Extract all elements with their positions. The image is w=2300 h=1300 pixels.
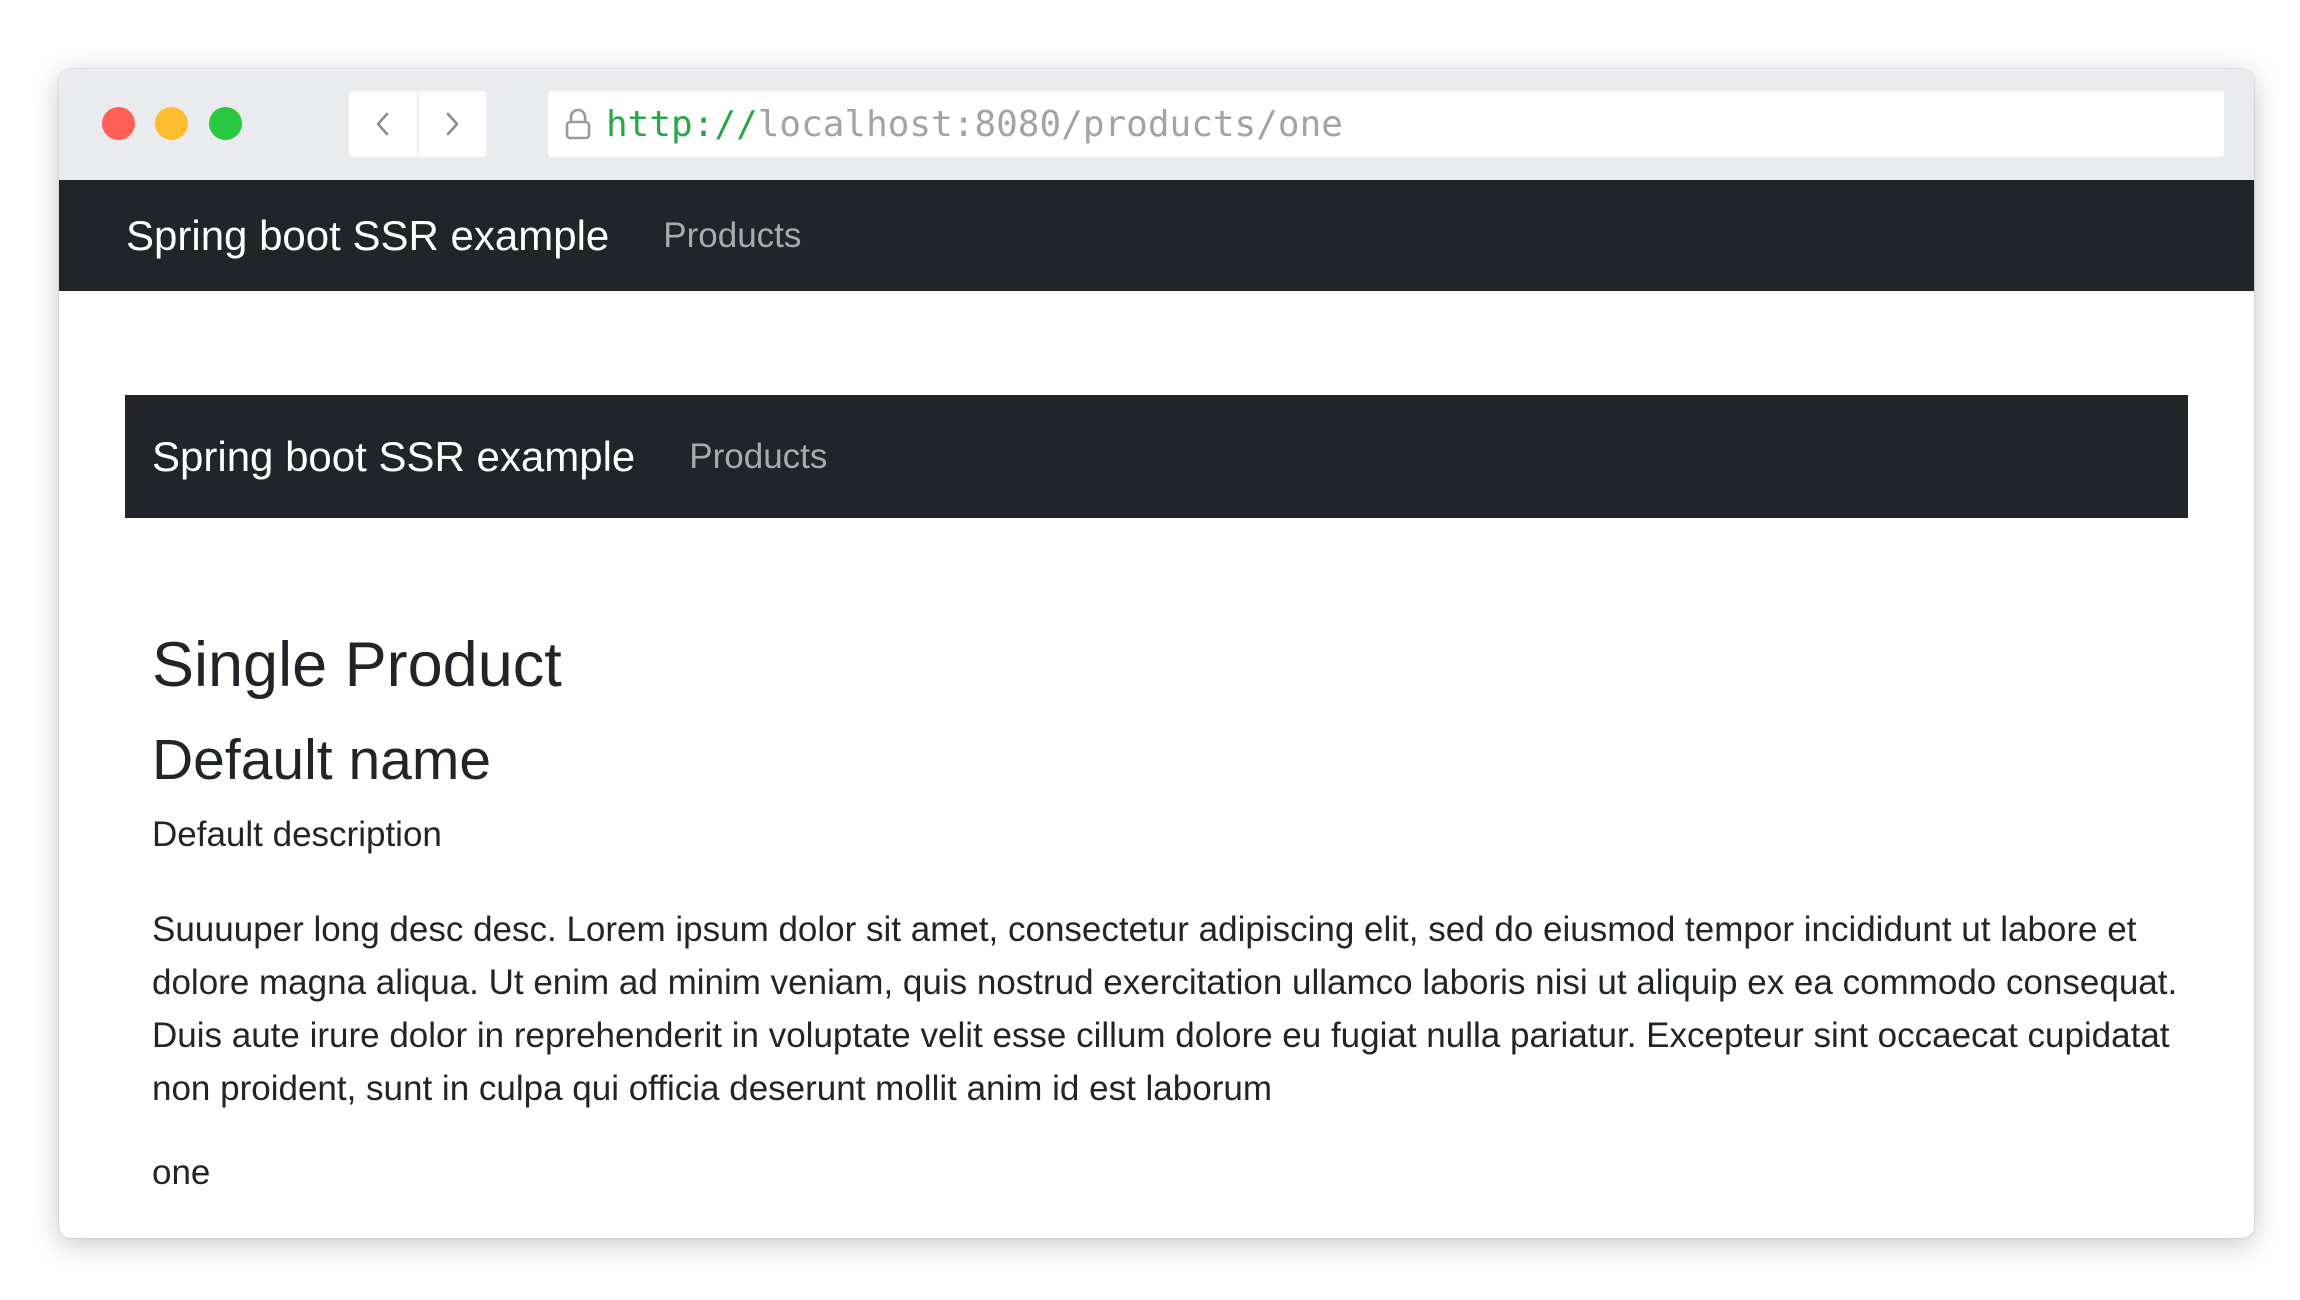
product-slug: one — [152, 1153, 211, 1192]
chevron-right-icon — [446, 112, 459, 136]
screenshot-stage: http://localhost:8080/products/one Sprin… — [0, 0, 2300, 1300]
browser-window: http://localhost:8080/products/one Sprin… — [59, 69, 2254, 1238]
history-nav — [349, 91, 486, 157]
address-text: http://localhost:8080/products/one — [606, 104, 1343, 145]
site-navbar: Spring boot SSR example Products — [59, 180, 2254, 291]
product-name: Default name — [152, 728, 492, 792]
url-scheme: http:// — [606, 103, 758, 145]
browser-toolbar: http://localhost:8080/products/one — [59, 69, 2254, 180]
address-bar[interactable]: http://localhost:8080/products/one — [548, 91, 2224, 157]
url-path: localhost:8080/products/one — [757, 103, 1343, 145]
content-nav-link-products[interactable]: Products — [689, 437, 827, 477]
zoom-window-button[interactable] — [209, 107, 242, 140]
lock-icon — [562, 106, 594, 142]
close-window-button[interactable] — [102, 107, 135, 140]
back-button[interactable] — [349, 91, 417, 157]
minimize-window-button[interactable] — [155, 107, 188, 140]
page-title: Single Product — [152, 630, 562, 700]
nav-link-products[interactable]: Products — [663, 216, 801, 256]
chevron-left-icon — [376, 112, 389, 136]
navbar-brand[interactable]: Spring boot SSR example — [126, 212, 609, 260]
content-navbar: Spring boot SSR example Products — [125, 395, 2188, 518]
product-long-description: Suuuuper long desc desc. Lorem ipsum dol… — [152, 910, 2178, 1108]
forward-button[interactable] — [416, 91, 487, 157]
product-description: Default description — [152, 815, 442, 854]
content-navbar-brand[interactable]: Spring boot SSR example — [152, 433, 635, 481]
